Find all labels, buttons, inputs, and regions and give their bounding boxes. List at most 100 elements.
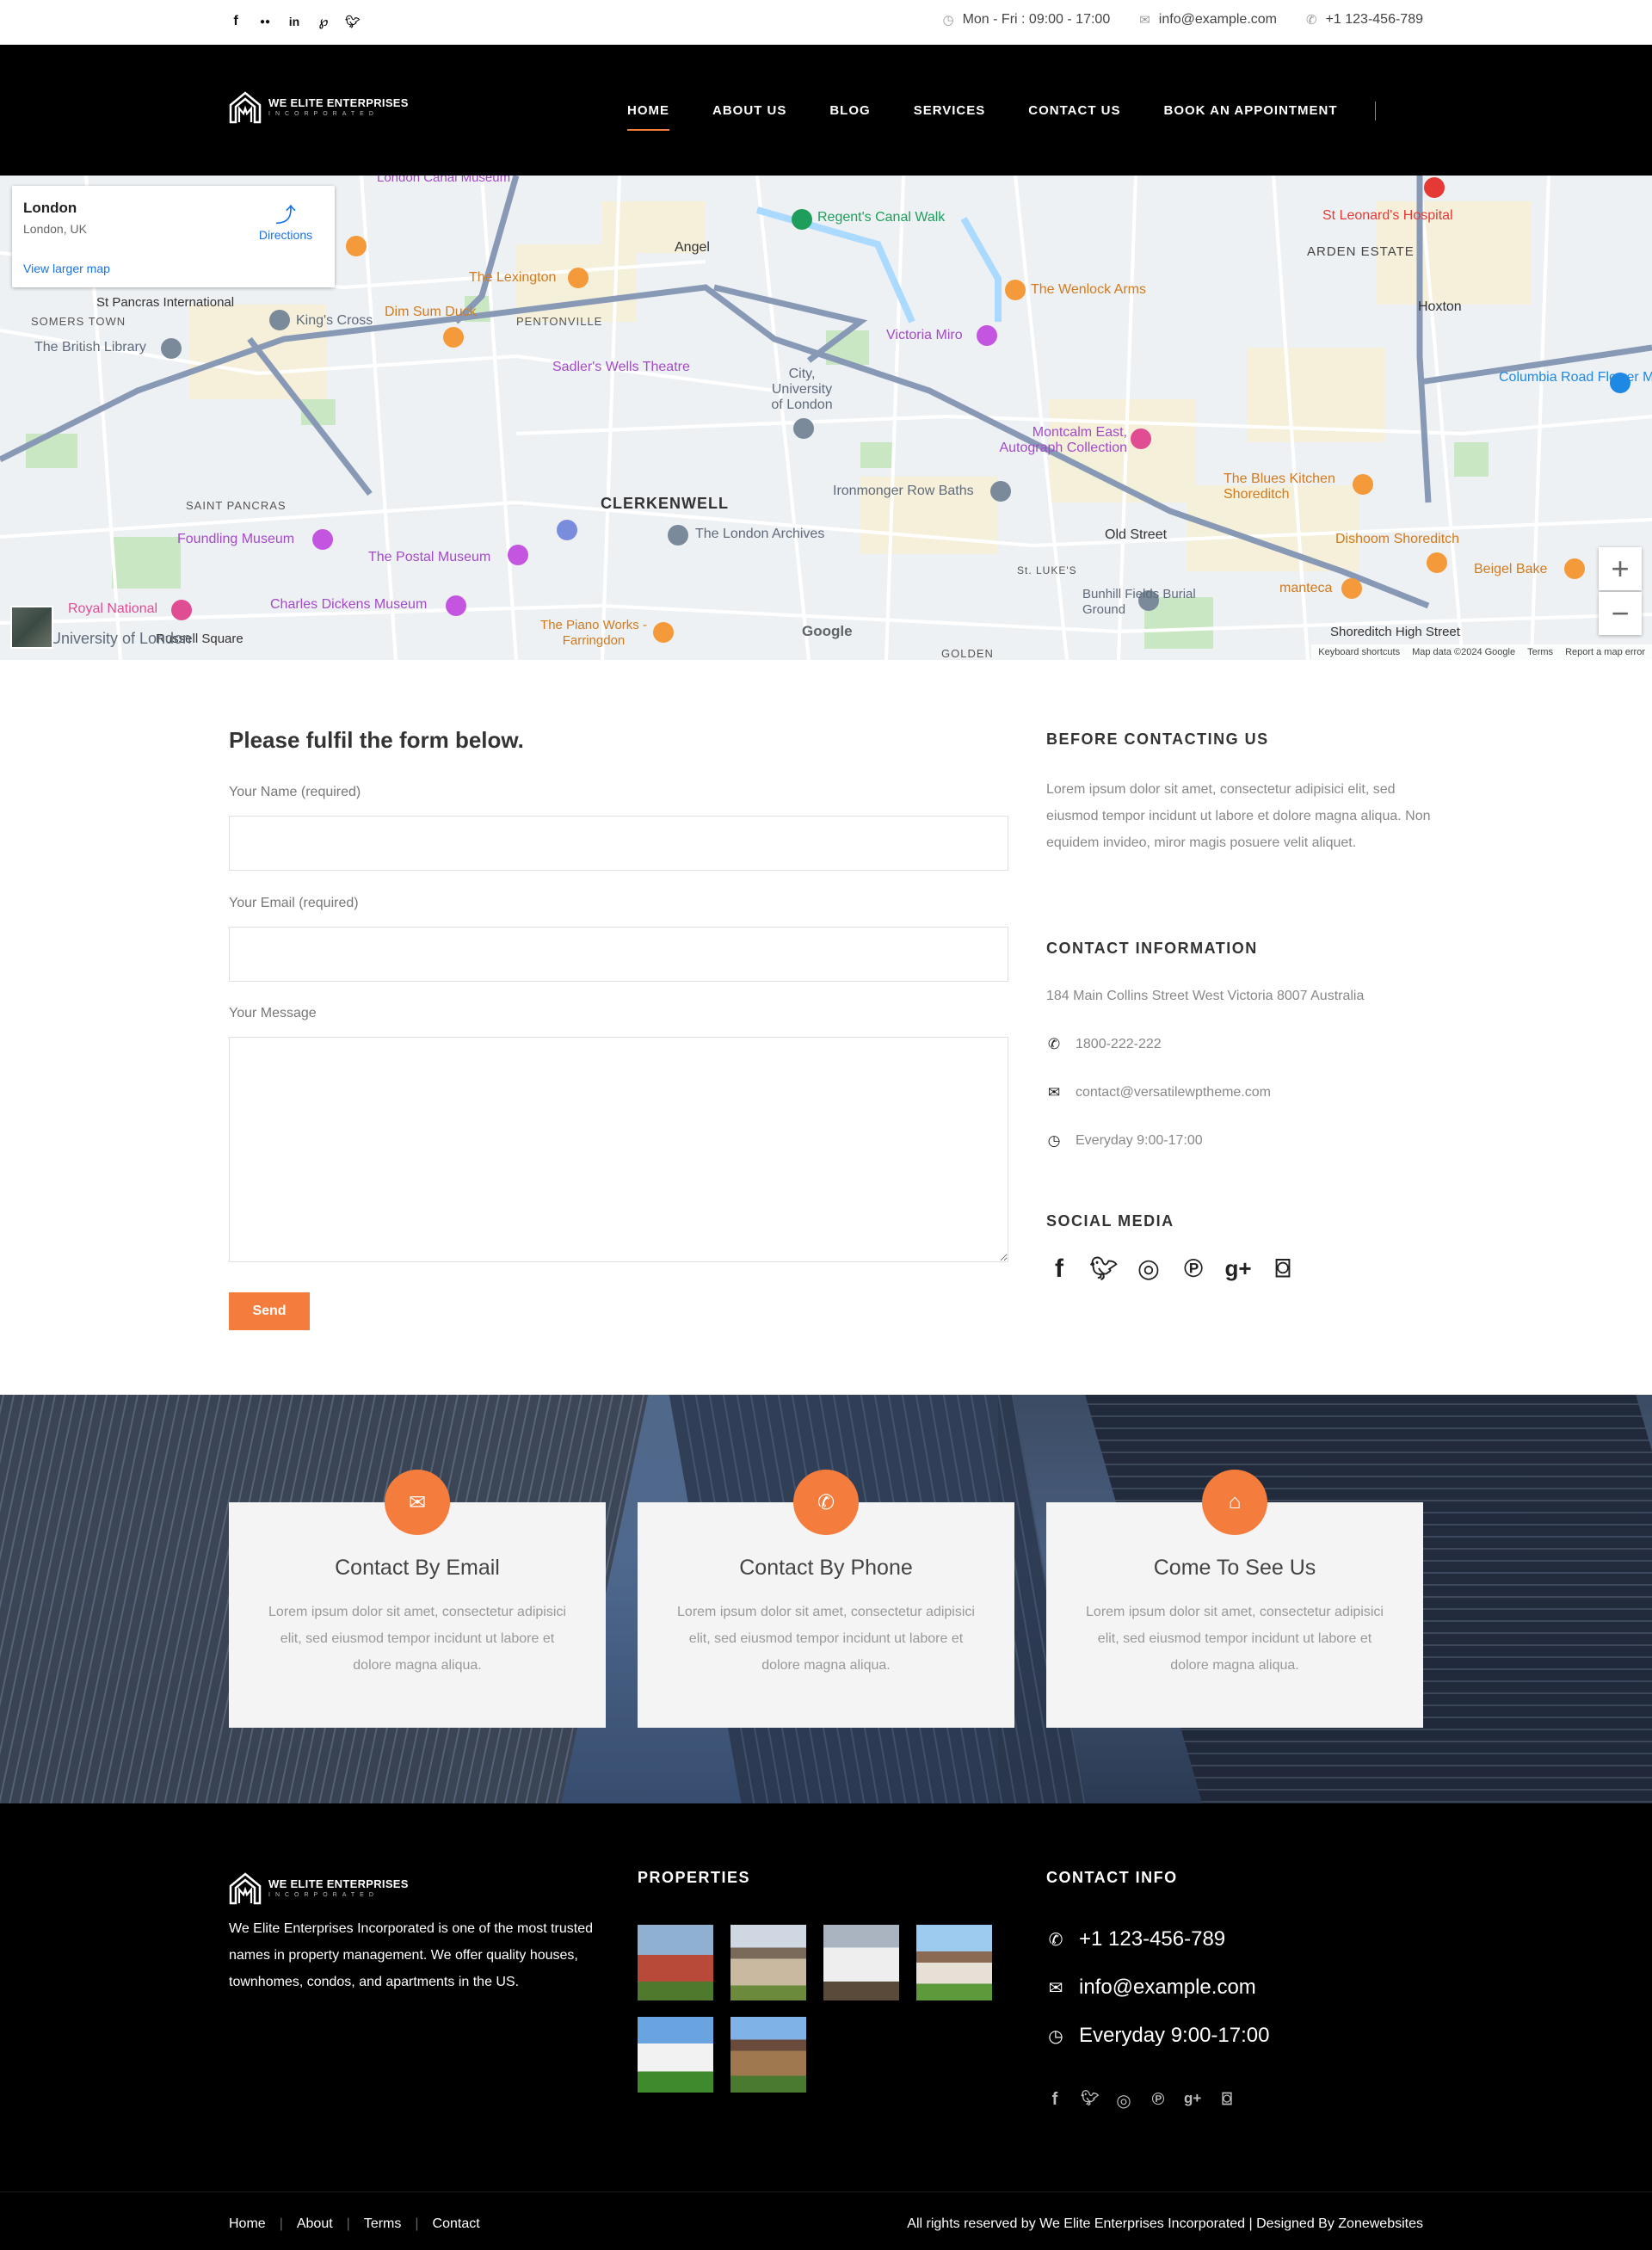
property-thumbnail[interactable]	[638, 2017, 713, 2093]
satellite-toggle[interactable]	[10, 606, 53, 649]
nav-services[interactable]: SERVICES	[914, 103, 986, 124]
footer-logo[interactable]: WE ELITE ENTERPRISES INCORPORATED	[229, 1871, 409, 1905]
phone-row[interactable]: ✆ 1800-222-222	[1046, 1036, 1162, 1053]
footer-description: We Elite Enterprises Incorporated is one…	[229, 1921, 594, 1989]
email-text[interactable]: contact@versatilewptheme.com	[1076, 1085, 1271, 1100]
home-icon: ⌂	[1202, 1470, 1267, 1535]
map-place-subtitle: London, UK	[23, 222, 87, 236]
flickr-icon[interactable]: ●●	[258, 12, 272, 31]
map-label: GOLDEN	[941, 647, 994, 660]
instagram-icon[interactable]: ⌼	[1270, 1254, 1296, 1284]
property-thumbnail[interactable]	[730, 1925, 806, 2000]
send-button[interactable]: Send	[229, 1292, 310, 1330]
map-label: St. LUKE'S	[1017, 564, 1077, 576]
social-media-heading: SOCIAL MEDIA	[1046, 1212, 1174, 1230]
facebook-icon[interactable]: f	[229, 12, 243, 31]
nav-about-us[interactable]: ABOUT US	[712, 103, 786, 124]
twitter-icon[interactable]: 🐦︎	[1090, 1255, 1119, 1282]
card-title: Contact By Email	[335, 1556, 500, 1580]
footer-link-home[interactable]: Home	[229, 2216, 266, 2232]
name-input[interactable]	[229, 816, 1008, 871]
map-label: St Leonard's Hospital	[1322, 208, 1453, 223]
email-row[interactable]: ✉ contact@versatilewptheme.com	[1046, 1084, 1271, 1101]
footer-hours: Everyday 9:00-17:00	[1079, 2024, 1270, 2047]
facebook-icon[interactable]: f	[1046, 1254, 1072, 1284]
message-textarea[interactable]	[229, 1037, 1008, 1262]
top-social-links: f ●● in ℘ 🐦︎	[229, 12, 361, 31]
map-label: The Blues Kitchen Shoreditch	[1224, 472, 1335, 502]
brand-name: WE ELITE ENTERPRISES	[268, 1877, 409, 1890]
google-plus-icon[interactable]: g+	[1224, 1255, 1251, 1282]
pinterest-icon[interactable]: ℗	[1150, 2090, 1167, 2111]
card-text: Lorem ipsum dolor sit amet, consectetur …	[268, 1605, 566, 1673]
nav-contact-us[interactable]: CONTACT US	[1028, 103, 1120, 124]
property-thumbnail[interactable]	[730, 2017, 806, 2093]
nav-home[interactable]: HOME	[627, 103, 669, 131]
phone-icon: ✆	[1305, 13, 1317, 28]
envelope-icon: ✉	[1139, 13, 1150, 28]
dribbble-icon[interactable]: ◎	[1115, 2090, 1132, 2111]
map-label: SOMERS TOWN	[31, 315, 126, 328]
footer-email[interactable]: info@example.com	[1079, 1976, 1256, 2000]
directions-button[interactable]: ⤴ Directions	[256, 198, 316, 242]
map-footer: Keyboard shortcuts Map data ©2024 Google…	[1311, 644, 1652, 660]
keyboard-shortcuts-link[interactable]: Keyboard shortcuts	[1318, 647, 1400, 657]
form-title: Please fulfil the form below.	[229, 727, 524, 753]
map-label: Sadler's Wells Theatre	[552, 360, 690, 374]
hours-text: Everyday 9:00-17:00	[1076, 1133, 1203, 1148]
dribbble-icon[interactable]: ◎	[1136, 1254, 1162, 1284]
google-plus-icon[interactable]: g+	[1184, 2090, 1201, 2111]
zoom-out-button[interactable]: −	[1599, 592, 1642, 635]
pinterest-icon[interactable]: ℘	[317, 12, 330, 31]
site-logo[interactable]: WE ELITE ENTERPRISES INCORPORATED	[229, 89, 409, 124]
hours-item: ◷ Mon - Fri : 09:00 - 17:00	[942, 12, 1110, 28]
nav-blog[interactable]: BLOG	[829, 103, 870, 124]
envelope-icon: ✉	[385, 1470, 450, 1535]
footer-email-row[interactable]: ✉ info@example.com	[1046, 1976, 1256, 2000]
map-label: The Postal Museum	[368, 550, 491, 564]
site-header: WE ELITE ENTERPRISES INCORPORATED HOME A…	[0, 45, 1652, 176]
footer-link-contact[interactable]: Contact	[433, 2216, 480, 2232]
contact-section: Please fulfil the form below. Your Name …	[0, 660, 1652, 1395]
property-thumbnail[interactable]	[916, 1925, 992, 2000]
map-place-card: London London, UK View larger map ⤴ Dire…	[12, 186, 335, 287]
twitter-icon[interactable]: 🐦︎	[1081, 2090, 1100, 2111]
property-thumbnail[interactable]	[638, 1925, 713, 2000]
nav-book-appointment[interactable]: BOOK AN APPOINTMENT	[1164, 103, 1338, 124]
phone-text[interactable]: +1 123-456-789	[1326, 12, 1423, 28]
email-input[interactable]	[229, 927, 1008, 982]
pinterest-icon[interactable]: ℗	[1180, 1254, 1206, 1284]
linkedin-icon[interactable]: in	[287, 12, 301, 31]
view-larger-map-link[interactable]: View larger map	[23, 262, 110, 275]
twitter-icon[interactable]: 🐦︎	[345, 12, 361, 31]
report-error-link[interactable]: Report a map error	[1565, 647, 1645, 657]
map-label: London Canal Museum	[377, 176, 511, 185]
email-text[interactable]: info@example.com	[1159, 12, 1277, 28]
footer-links: Home | About | Terms | Contact	[229, 2216, 480, 2232]
hours-text: Mon - Fri : 09:00 - 17:00	[962, 12, 1111, 27]
clock-icon: ◷	[942, 13, 954, 28]
instagram-icon[interactable]: ⌼	[1218, 2090, 1236, 2111]
map-label: Shoreditch High Street	[1330, 625, 1460, 639]
map-label: Angel	[675, 240, 710, 255]
footer-link-about[interactable]: About	[297, 2216, 333, 2232]
map-label: The London Archives	[695, 527, 825, 541]
map-terms-link[interactable]: Terms	[1527, 647, 1553, 657]
map-label: Hoxton	[1418, 299, 1462, 314]
footer-phone[interactable]: +1 123-456-789	[1079, 1927, 1225, 1951]
map-place-title: London	[23, 200, 77, 216]
card-text: Lorem ipsum dolor sit amet, consectetur …	[677, 1605, 975, 1673]
footer-phone-row[interactable]: ✆ +1 123-456-789	[1046, 1927, 1226, 1951]
map-label: Ironmonger Row Baths	[833, 484, 974, 498]
facebook-icon[interactable]: f	[1046, 2090, 1063, 2111]
hours-row: ◷ Everyday 9:00-17:00	[1046, 1132, 1203, 1150]
phone-item[interactable]: ✆ +1 123-456-789	[1306, 12, 1423, 28]
map-label: Charles Dickens Museum	[270, 597, 428, 612]
footer-link-terms[interactable]: Terms	[364, 2216, 402, 2232]
email-item[interactable]: ✉ info@example.com	[1139, 12, 1277, 28]
property-thumbnail[interactable]	[823, 1925, 899, 2000]
contact-info-heading: CONTACT INFO	[1046, 1869, 1178, 1886]
phone-text[interactable]: 1800-222-222	[1076, 1037, 1162, 1052]
zoom-in-button[interactable]: +	[1599, 547, 1642, 590]
embedded-map[interactable]: London Canal Museum Regent's Canal Walk …	[0, 176, 1652, 660]
